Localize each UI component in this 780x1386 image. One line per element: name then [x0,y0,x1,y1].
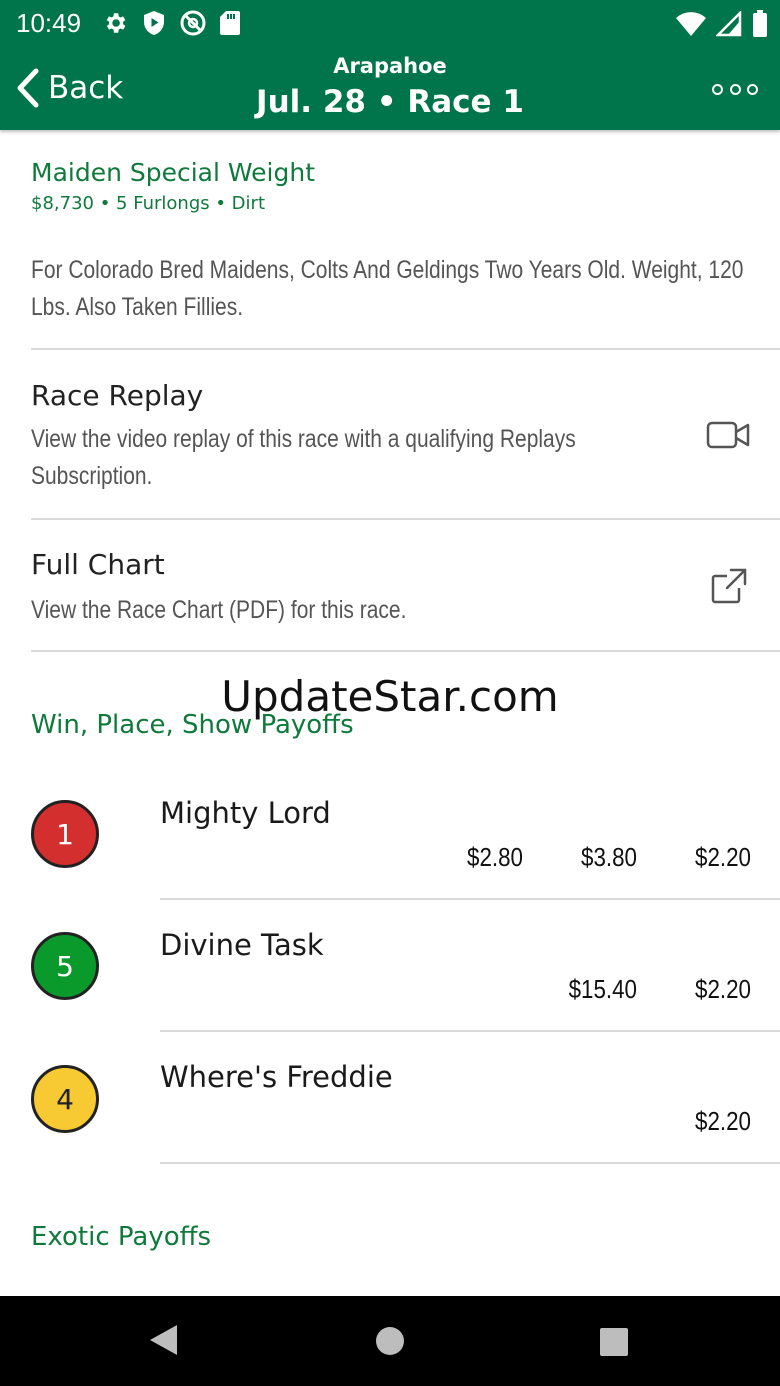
show-payoff: $2.20 [695,1106,751,1136]
nav-recents-icon[interactable] [599,1327,629,1357]
status-time: 10:49 [16,8,82,38]
post-number: 1 [56,817,74,851]
full-chart-row[interactable]: Full Chart View the Race Chart (PDF) for… [0,520,780,650]
race-replay-row[interactable]: Race Replay View the video replay of thi… [0,350,780,518]
show-payoff: $2.20 [695,974,751,1004]
dot-icon [712,83,723,95]
horse-name: Divine Task [160,928,324,962]
post-number-badge: 5 [31,932,99,1000]
divider [31,650,780,652]
horse-name: Mighty Lord [160,796,331,830]
race-replay-desc: View the video replay of this race with … [31,425,576,490]
wifi-icon [676,12,706,36]
dot-icon [747,83,758,95]
status-bar: 10:49 [0,0,780,48]
post-number: 5 [56,949,74,983]
horse-name: Where's Freddie [160,1060,393,1094]
win-payoff: $2.80 [467,842,523,872]
race-conditions: For Colorado Bred Maidens, Colts And Gel… [31,256,744,321]
exotic-heading: Exotic Payoffs [31,1222,212,1252]
payoff-row: 5 Divine Task $15.40 $2.20 [0,902,780,1032]
video-camera-icon [706,421,750,449]
blocked-at-icon [180,10,206,36]
nav-back-icon[interactable] [147,1323,179,1357]
race-type: Maiden Special Weight [31,158,315,187]
app-bar: Back Arapahoe Jul. 28 • Race 1 [0,48,780,130]
payoff-row: 4 Where's Freddie $2.20 [0,1034,780,1164]
track-name: Arapahoe [333,54,447,78]
payoff-row: 1 Mighty Lord $2.80 $3.80 $2.20 [0,770,780,900]
nav-home-icon[interactable] [375,1326,405,1356]
more-options-button[interactable] [712,78,758,100]
external-link-icon [711,568,747,604]
race-replay-title: Race Replay [31,379,204,412]
post-number-badge: 4 [31,1065,99,1133]
cell-signal-icon [716,11,742,37]
watermark: UpdateStar.com [221,672,559,721]
show-payoff: $2.20 [695,842,751,872]
post-number-badge: 1 [31,800,99,868]
sd-card-icon [220,11,240,35]
place-payoff: $15.40 [568,974,637,1004]
divider [160,1162,780,1164]
post-number: 4 [56,1082,74,1116]
full-chart-desc: View the Race Chart (PDF) for this race. [31,596,407,624]
shield-play-icon [144,11,164,35]
race-details: $8,730 • 5 Furlongs • Dirt [31,193,265,214]
battery-icon [753,10,767,37]
divider [160,898,780,900]
place-payoff: $3.80 [581,842,637,872]
gear-icon [106,13,126,33]
system-nav-bar [0,1296,780,1386]
page-title: Jul. 28 • Race 1 [256,84,524,120]
full-chart-title: Full Chart [31,548,165,581]
dot-icon [729,83,741,95]
divider [160,1030,780,1032]
